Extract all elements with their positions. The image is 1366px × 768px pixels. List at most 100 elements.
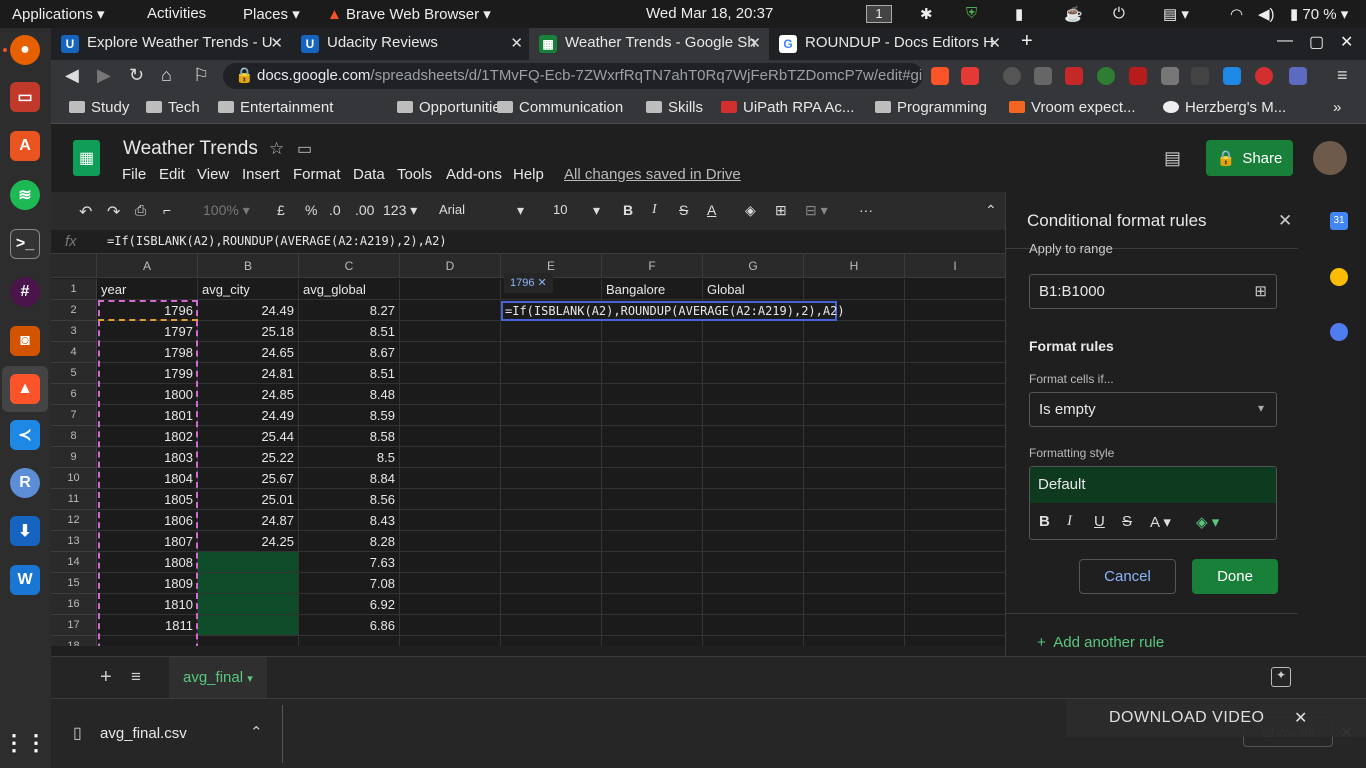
strikethrough-button[interactable]: S (1122, 513, 1132, 530)
grid-cell[interactable] (501, 363, 602, 384)
extension-icon[interactable] (1003, 67, 1021, 85)
close-icon[interactable]: ✕ (270, 34, 283, 52)
grid-cell[interactable] (400, 531, 501, 552)
bookmark-extension-icon[interactable] (1129, 67, 1147, 85)
grid-cell[interactable] (602, 573, 703, 594)
grid-cell[interactable] (804, 636, 905, 646)
grid-cell[interactable] (602, 552, 703, 573)
slack-icon[interactable]: # (10, 277, 40, 307)
grid-cell[interactable] (400, 510, 501, 531)
spotify-icon[interactable]: ≋ (10, 180, 40, 210)
menu-edit[interactable]: Edit (159, 166, 185, 183)
paint-format-icon[interactable]: ⌐ (163, 202, 171, 218)
r-icon[interactable]: R (10, 468, 40, 498)
bluetooth-icon[interactable]: ✱ (920, 5, 933, 23)
grid-cell[interactable] (804, 573, 905, 594)
grid-cell[interactable] (703, 573, 804, 594)
forward-icon[interactable]: ▶ (97, 65, 111, 86)
grid-cell[interactable]: 8.51 (299, 321, 400, 342)
maximize-button[interactable]: ▢ (1309, 32, 1324, 52)
bookmark-herzberg[interactable]: Herzberg's M... (1163, 99, 1286, 116)
avatar[interactable] (1313, 141, 1347, 175)
translate-icon[interactable] (1289, 67, 1307, 85)
grid-cell[interactable] (905, 594, 1005, 615)
tab-weather-trends[interactable]: ▦ Weather Trends - Google Sh ✕ (529, 28, 769, 60)
grid-cell[interactable] (703, 615, 804, 636)
clipboard-menu-icon[interactable]: ▤ ▾ (1163, 5, 1189, 23)
grid-cell[interactable] (501, 615, 602, 636)
grid-cell[interactable] (400, 405, 501, 426)
menu-file[interactable]: File (122, 166, 146, 183)
row-header[interactable]: 9 (51, 447, 97, 468)
grid-cell[interactable] (804, 426, 905, 447)
sheet-tab[interactable]: avg_final ▾ (169, 657, 267, 698)
grid-cell[interactable]: avg_city (198, 279, 299, 300)
grid-cell[interactable] (804, 531, 905, 552)
applications-menu[interactable]: Applications ▾ (12, 5, 105, 23)
grid-cell[interactable]: 7.08 (299, 573, 400, 594)
grid-cell[interactable]: 25.01 (198, 489, 299, 510)
explore-icon[interactable]: ✦ (1271, 667, 1291, 687)
grid-select-icon[interactable]: ⊞ (1254, 282, 1267, 300)
clipboard-icon[interactable]: ▮ (1015, 5, 1023, 23)
calendar-extension-icon[interactable] (1223, 67, 1241, 85)
menu-format[interactable]: Format (293, 166, 341, 183)
home-icon[interactable]: ⌂ (161, 65, 172, 86)
all-sheets-icon[interactable]: ≡ (131, 667, 141, 687)
close-icon[interactable]: ✕ (538, 277, 547, 289)
row-header[interactable]: 10 (51, 468, 97, 489)
grid-cell[interactable] (602, 384, 703, 405)
row-header[interactable]: 15 (51, 573, 97, 594)
volume-icon[interactable]: ◀) (1258, 5, 1275, 23)
grid-cell[interactable] (501, 573, 602, 594)
bold-button[interactable]: B (623, 202, 633, 218)
pdf-extension-icon[interactable] (1065, 67, 1083, 85)
grid-cell[interactable]: 8.84 (299, 468, 400, 489)
grid-cell[interactable]: Bangalore (602, 279, 703, 300)
grid-cell[interactable] (602, 342, 703, 363)
menu-tools[interactable]: Tools (397, 166, 432, 183)
grid-cell[interactable] (400, 615, 501, 636)
grid-cell[interactable] (703, 594, 804, 615)
column-header[interactable]: B (198, 254, 299, 278)
spreadsheet-grid[interactable]: A B C D E F G H I 1 year avg_city avg_globa… (51, 254, 1005, 646)
grid-cell[interactable] (501, 552, 602, 573)
browser-menu-icon[interactable]: ≡ (1337, 65, 1348, 86)
grid-cell[interactable] (602, 468, 703, 489)
grid-cell[interactable] (400, 321, 501, 342)
close-icon[interactable]: ✕ (748, 34, 761, 52)
grid-cell[interactable]: 24.49 (198, 405, 299, 426)
menu-addons[interactable]: Add-ons (446, 166, 502, 183)
grid-cell[interactable] (703, 552, 804, 573)
downloader-icon[interactable]: ⬇ (10, 516, 40, 546)
grid-cell[interactable] (905, 363, 1005, 384)
sheets-logo-icon[interactable]: ▦ (73, 140, 100, 176)
grid-cell[interactable] (804, 363, 905, 384)
bookmark-study[interactable]: Study (69, 99, 129, 116)
grid-cell[interactable] (804, 279, 905, 300)
extension-icon[interactable] (1191, 67, 1209, 85)
menu-data[interactable]: Data (353, 166, 385, 183)
percent-button[interactable]: % (305, 202, 317, 218)
bookmark-entertainment[interactable]: Entertainment (218, 99, 333, 116)
grid-cell[interactable] (501, 321, 602, 342)
bookmark-tech[interactable]: Tech (146, 99, 200, 116)
grid-cell[interactable] (602, 447, 703, 468)
borders-icon[interactable]: ⊞ (775, 202, 787, 219)
clock[interactable]: Wed Mar 18, 20:37 (646, 5, 773, 22)
grid-cell[interactable] (905, 300, 1005, 321)
close-icon[interactable]: ✕ (510, 34, 523, 52)
grid-cell[interactable] (703, 468, 804, 489)
grid-cell[interactable] (703, 363, 804, 384)
shield-icon[interactable]: ⛨ (966, 5, 977, 22)
column-header[interactable]: A (97, 254, 198, 278)
bookmark-programming[interactable]: Programming (875, 99, 987, 116)
save-status[interactable]: All changes saved in Drive (564, 166, 741, 183)
more-formats-button[interactable]: 123 ▾ (383, 202, 417, 219)
grid-cell[interactable]: 8.28 (299, 531, 400, 552)
grid-cell[interactable] (905, 384, 1005, 405)
bookmark-vroom[interactable]: Vroom expect... (1009, 99, 1136, 116)
text-color-button[interactable]: A ▾ (1150, 513, 1171, 531)
activities-button[interactable]: Activities (147, 5, 206, 22)
places-menu[interactable]: Places ▾ (243, 5, 300, 23)
